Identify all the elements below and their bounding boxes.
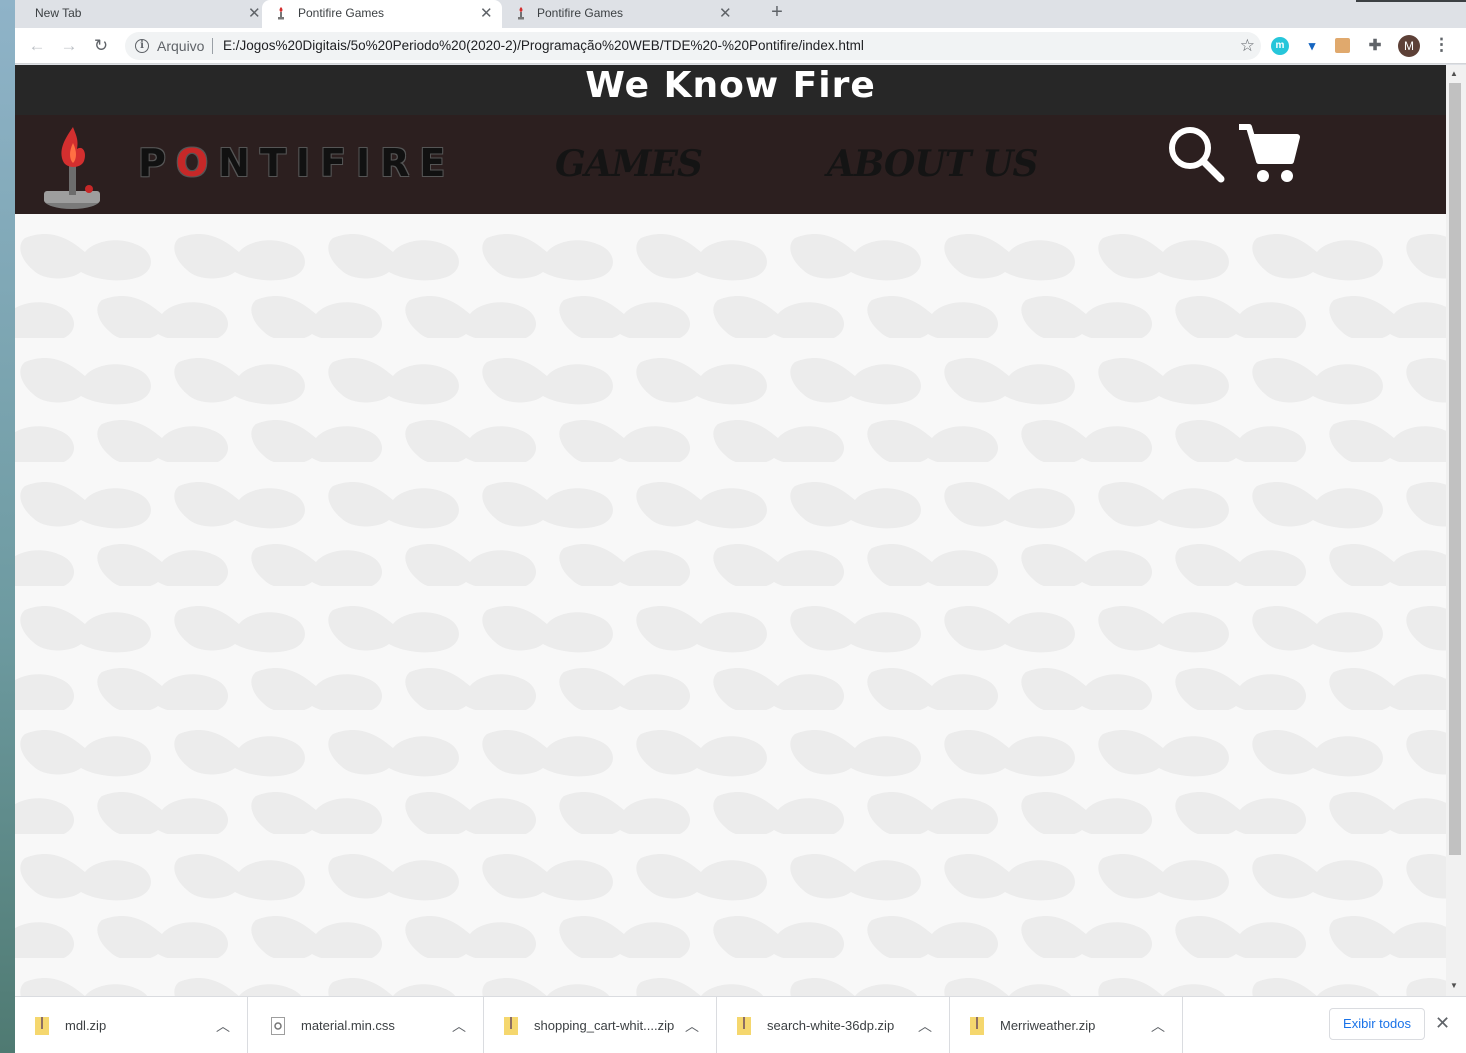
scroll-down-arrow-icon[interactable]: ▼ bbox=[1450, 981, 1458, 990]
notes-extension-icon[interactable] bbox=[1335, 38, 1350, 53]
desktop-background bbox=[0, 0, 15, 1053]
page-scrollbar[interactable]: ▲ ▼ bbox=[1446, 65, 1466, 996]
close-downloads-icon[interactable]: ✕ bbox=[1435, 1013, 1450, 1034]
tab-strip: New Tab ✕ Pontifire Games ✕ Pontifire Ga… bbox=[15, 0, 1466, 28]
logo-letter-p: P bbox=[138, 141, 176, 185]
downloads-bar: mdl.zip ︿ material.min.css ︿ shopping_ca… bbox=[15, 996, 1466, 1053]
show-all-downloads-button[interactable]: Exibir todos bbox=[1329, 1008, 1425, 1040]
zip-file-icon bbox=[35, 1017, 49, 1035]
browser-toolbar: ← → ↻ i Arquivo E:/Jogos%20Digitais/5o%2… bbox=[15, 28, 1466, 64]
scroll-up-arrow-icon[interactable]: ▲ bbox=[1450, 69, 1458, 78]
site-info-icon[interactable]: i bbox=[135, 39, 149, 53]
joystick-favicon-icon bbox=[518, 7, 524, 20]
address-separator bbox=[212, 38, 213, 54]
nav-about-us-link[interactable]: ABOUT US bbox=[827, 143, 1038, 185]
chevron-up-icon[interactable]: ︿ bbox=[1151, 1016, 1165, 1036]
forward-arrow-icon[interactable]: → bbox=[59, 36, 79, 56]
zip-file-icon bbox=[737, 1017, 751, 1035]
address-bar[interactable]: i Arquivo E:/Jogos%20Digitais/5o%20Perio… bbox=[125, 32, 1261, 60]
tagline-text: We Know Fire bbox=[585, 65, 876, 106]
pontifire-logo-text[interactable]: PONTIFIRE bbox=[138, 135, 455, 191]
address-url[interactable]: E:/Jogos%20Digitais/5o%20Periodo%20(2020… bbox=[223, 38, 864, 53]
profile-avatar[interactable]: M bbox=[1398, 35, 1420, 57]
back-arrow-icon[interactable]: ← bbox=[27, 36, 47, 56]
page-viewport: We Know Fire PONTIFIRE GAMES ABOUT US bbox=[15, 65, 1446, 996]
reload-icon[interactable]: ↻ bbox=[91, 36, 111, 56]
chevron-up-icon[interactable]: ︿ bbox=[216, 1016, 230, 1036]
tab-close-icon[interactable]: ✕ bbox=[719, 4, 732, 22]
tab-pontifire-games-active[interactable]: Pontifire Games ✕ bbox=[262, 0, 502, 28]
search-icon[interactable] bbox=[1167, 125, 1225, 183]
scrollbar-thumb[interactable] bbox=[1449, 83, 1461, 855]
tab-pontifire-games[interactable]: Pontifire Games ✕ bbox=[502, 0, 742, 28]
joystick-flame-logo-icon[interactable] bbox=[39, 125, 105, 209]
tab-title: Pontifire Games bbox=[298, 6, 385, 20]
download-filename: shopping_cart-whit....zip bbox=[534, 1018, 675, 1033]
zip-file-icon bbox=[970, 1017, 984, 1035]
tab-title: Pontifire Games bbox=[537, 6, 624, 20]
chevron-up-icon[interactable]: ︿ bbox=[685, 1016, 699, 1036]
joystick-favicon-icon bbox=[278, 7, 284, 20]
puzzle-extensions-icon[interactable]: ✚ bbox=[1366, 37, 1384, 55]
tagline-bar: We Know Fire bbox=[15, 65, 1446, 115]
download-item[interactable]: mdl.zip ︿ bbox=[15, 997, 248, 1053]
chevron-up-icon[interactable]: ︿ bbox=[452, 1016, 466, 1036]
bookmark-star-icon[interactable]: ☆ bbox=[1240, 36, 1255, 56]
download-item[interactable]: search-white-36dp.zip ︿ bbox=[717, 997, 950, 1053]
logo-letters-rest: NTIFIRE bbox=[218, 141, 456, 185]
download-filename: search-white-36dp.zip bbox=[767, 1018, 895, 1033]
vpn-extension-icon[interactable]: ▾ bbox=[1303, 37, 1321, 55]
shopping-cart-icon[interactable] bbox=[1237, 121, 1301, 185]
nav-games-link[interactable]: GAMES bbox=[555, 143, 703, 185]
download-item[interactable]: material.min.css ︿ bbox=[251, 997, 484, 1053]
site-header: PONTIFIRE GAMES ABOUT US bbox=[15, 115, 1446, 214]
download-filename: mdl.zip bbox=[65, 1018, 107, 1033]
address-scheme-label: Arquivo bbox=[157, 38, 205, 54]
css-file-icon bbox=[271, 1017, 285, 1035]
new-tab-button[interactable]: + bbox=[763, 0, 791, 24]
chevron-up-icon[interactable]: ︿ bbox=[918, 1016, 932, 1036]
download-filename: material.min.css bbox=[301, 1018, 395, 1033]
m-extension-icon[interactable]: m bbox=[1271, 37, 1289, 55]
tab-close-icon[interactable]: ✕ bbox=[480, 4, 493, 22]
download-item[interactable]: shopping_cart-whit....zip ︿ bbox=[484, 997, 717, 1053]
flame-pattern-background bbox=[15, 214, 1446, 996]
logo-flame-o: O bbox=[175, 141, 219, 185]
tab-close-icon[interactable]: ✕ bbox=[248, 4, 261, 22]
browser-menu-icon[interactable]: ⋮ bbox=[1433, 35, 1450, 55]
download-filename: Merriweather.zip bbox=[1000, 1018, 1096, 1033]
tab-new-tab[interactable]: New Tab ✕ bbox=[23, 0, 263, 28]
tab-title: New Tab bbox=[35, 6, 82, 20]
zip-file-icon bbox=[504, 1017, 518, 1035]
window-edge bbox=[1356, 0, 1466, 2]
download-item[interactable]: Merriweather.zip ︿ bbox=[950, 997, 1183, 1053]
